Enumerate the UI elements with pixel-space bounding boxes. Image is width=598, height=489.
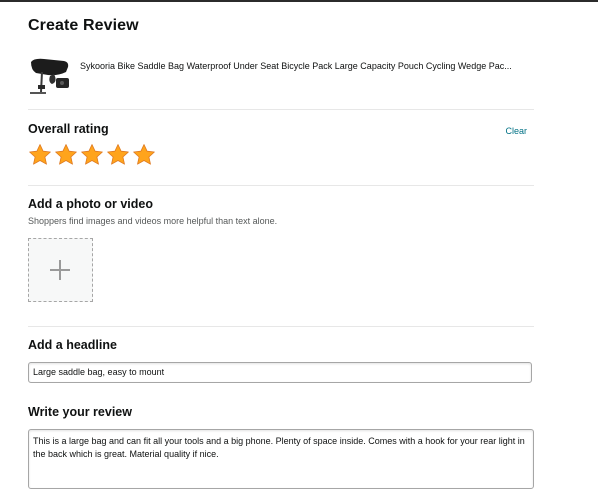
product-image [28, 52, 72, 96]
divider [28, 185, 534, 186]
star-icon-5[interactable] [132, 143, 156, 167]
add-photo-heading: Add a photo or video [28, 197, 153, 211]
clear-rating-link[interactable]: Clear [505, 126, 527, 136]
top-border [0, 0, 598, 2]
product-title[interactable]: Sykooria Bike Saddle Bag Waterproof Unde… [80, 61, 530, 71]
headline-input[interactable]: Large saddle bag, easy to mount [28, 362, 532, 383]
star-icon-3[interactable] [80, 143, 104, 167]
product-summary: Sykooria Bike Saddle Bag Waterproof Unde… [28, 50, 534, 98]
upload-photo-button[interactable] [28, 238, 93, 302]
star-icon-1[interactable] [28, 143, 52, 167]
plus-icon [50, 260, 70, 280]
star-rating[interactable] [28, 143, 156, 171]
star-icon-4[interactable] [106, 143, 130, 167]
page-title: Create Review [28, 17, 139, 34]
headline-heading: Add a headline [28, 338, 117, 352]
divider [28, 109, 534, 110]
photo-hint: Shoppers find images and videos more hel… [28, 216, 278, 226]
divider [28, 326, 534, 327]
write-review-heading: Write your review [28, 405, 132, 419]
overall-rating-heading: Overall rating [28, 122, 109, 136]
review-textarea[interactable]: This is a large bag and can fit all your… [28, 429, 534, 489]
star-icon-2[interactable] [54, 143, 78, 167]
